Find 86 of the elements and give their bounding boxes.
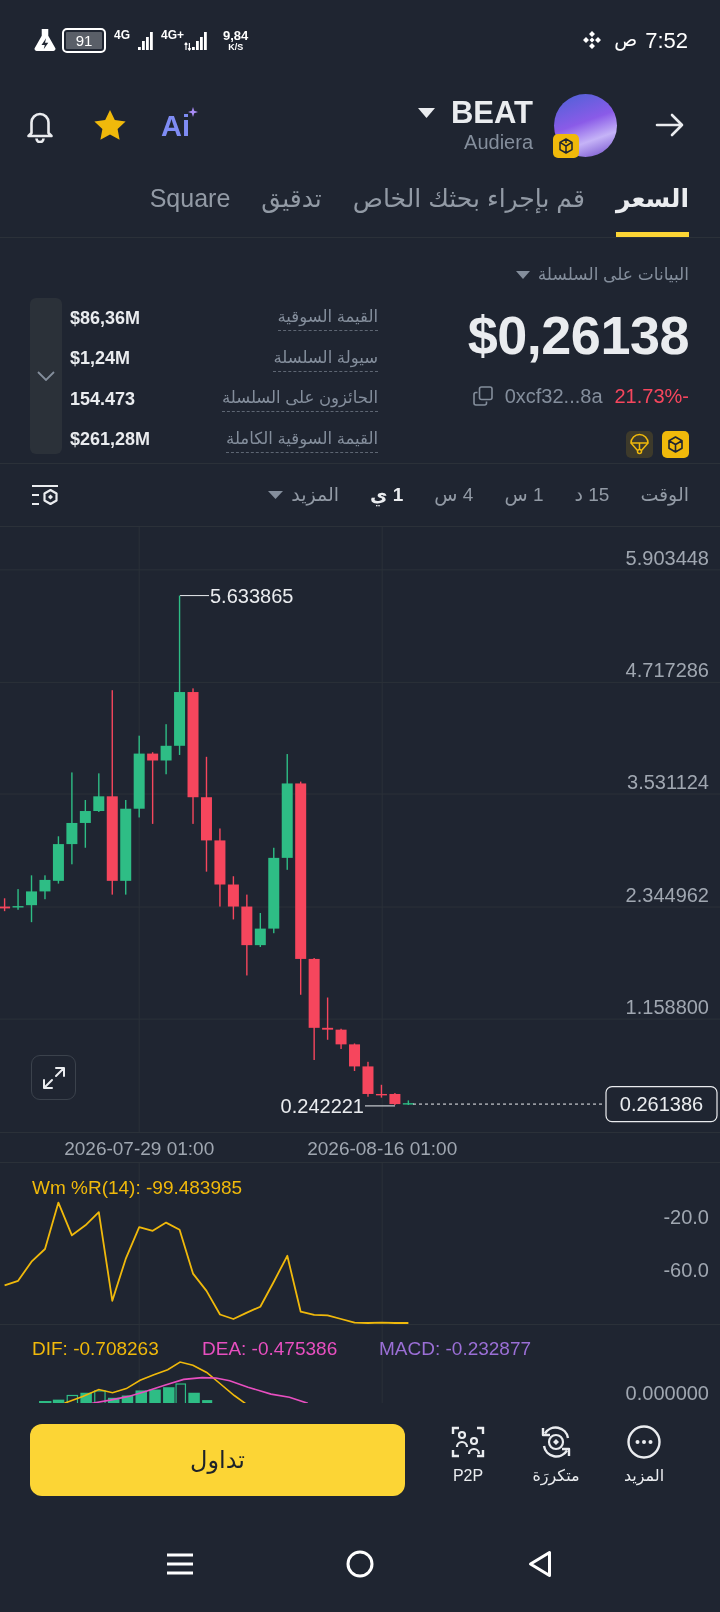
stat-label[interactable]: القيمة السوقية الكاملة [226,426,378,453]
axis-label: 0.000000 [625,1382,709,1403]
stat-value: $86,36M [70,306,141,330]
histogram-bar [149,1389,161,1403]
stat-label[interactable]: سيولة السلسلة [273,345,378,372]
shortcut-button[interactable]: P2P [432,1424,504,1486]
candlestick [160,724,172,775]
stat-value: $261,28M [70,428,151,452]
indicator-label: Wm %R(14): -99.483985 [32,1177,243,1199]
candlestick [26,875,37,923]
token-symbol: BEAT [450,96,533,130]
menu-icon[interactable] [167,1552,193,1575]
contract-address[interactable]: 0xcf32...8a [504,381,603,411]
low-price-label: 0.242221 [280,1094,364,1117]
expand-icon [41,1065,66,1090]
shortcut-button[interactable]: المزيد [608,1424,680,1486]
indicator-label: DEA: -0.475386 [202,1338,338,1359]
clock-time: 7:52 [645,26,688,55]
home-icon[interactable] [346,1549,374,1578]
token-price: $0,26138 [467,307,689,363]
axis-label: 2.344962 [625,884,709,906]
high-price-label: 5.633865 [210,584,294,607]
date-label: 2026-07-29 01:00 [64,1138,215,1159]
histogram-bar [163,1387,175,1403]
histogram-bar [80,1392,92,1403]
tab[interactable]: قم بإجراء بحثك الخاص [352,170,585,237]
tab[interactable]: السعر [615,170,689,237]
indicator-label: MACD: -0.232877 [379,1338,532,1359]
speed-unit: K/S [228,41,244,52]
arrow-right-icon[interactable] [655,113,685,137]
candlestick [349,1043,361,1071]
stat-value: $1,24M [70,347,131,371]
interval-tab[interactable]: المزيد [268,482,340,508]
axis-label: 3.531124 [627,771,709,793]
leader-line [179,595,210,597]
interval-tab[interactable]: 15 د [574,482,610,508]
token-name: Audiera [464,130,533,154]
stat-value: 154.473 [70,387,136,411]
time-period: ص [614,27,638,53]
leader-line [364,1105,396,1107]
price-change: 21.73%- [614,384,689,409]
last-price-tag: 0.261386 [605,1086,718,1123]
axis-label: -20.0 [663,1206,709,1227]
copy-icon[interactable] [472,386,493,406]
histogram-bar [202,1400,213,1403]
diamond-logo-icon [582,30,603,50]
axis-label: 1.158800 [625,996,709,1019]
network-speed: 9,84 [223,28,249,42]
interval-tab[interactable]: الوقت [640,482,689,508]
candlestick [147,752,159,824]
interval-tab[interactable]: 1 س [504,482,544,508]
star-icon[interactable] [92,108,128,142]
chevron-down-icon [37,371,55,381]
data-dropdown[interactable]: البيانات على السلسلة [515,262,689,288]
back-icon[interactable] [528,1549,552,1578]
parachute-icon [626,431,653,458]
tab[interactable]: تدقيق [261,170,322,237]
caret-icon [515,271,530,279]
stat-label[interactable]: الحائزون على السلسلة [221,386,378,413]
two-people-icon [450,1424,486,1460]
signal-icon [184,29,208,51]
axis-label: -60.0 [663,1260,709,1281]
expand-button[interactable] [31,1055,76,1100]
network-label: 4G+ [161,29,185,41]
indicator-label: DIF: -0.708263 [32,1338,159,1359]
axis-label: 4.717286 [625,659,709,682]
stat-label[interactable]: القيمة السوقية [277,305,378,332]
caret-icon[interactable] [417,108,435,118]
sparkle-icon [188,107,198,117]
network-label: 4G [114,29,130,41]
cube-logo-icon [553,133,579,158]
tab[interactable]: Square [149,170,231,237]
ai-button[interactable]: Ai [161,107,198,143]
interval-tab[interactable]: 1 ي [370,482,404,508]
collapse-handle[interactable] [30,298,62,454]
trade-button[interactable]: تداول [30,1424,405,1496]
axis-label: 5.903448 [625,546,709,569]
indicator-settings-icon[interactable] [31,483,61,507]
more-icon [626,1424,662,1460]
cube-logo-icon [662,431,689,458]
battery-indicator: 91 [62,27,106,53]
interval-tab[interactable]: 4 س [434,482,474,508]
shortcut-button[interactable]: متكررَة [520,1424,592,1486]
caret-icon [268,491,284,499]
flask-icon [34,28,56,52]
date-label: 2026-08-16 01:00 [307,1138,458,1159]
